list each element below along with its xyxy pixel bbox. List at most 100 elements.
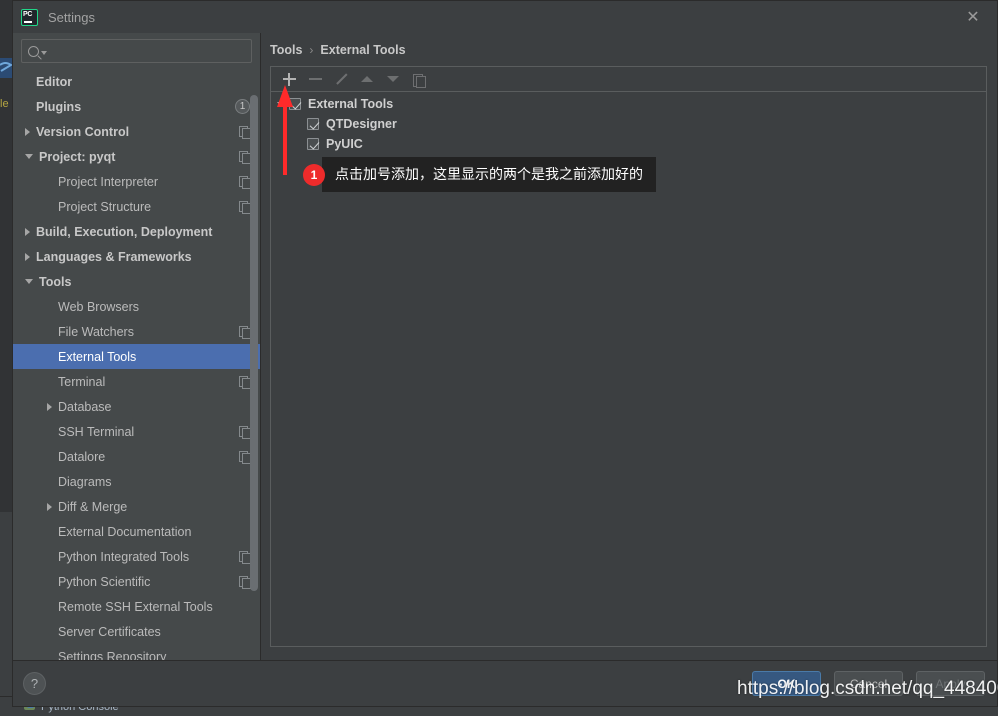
minus-icon [308,73,322,86]
sidebar-item-label: Languages & Frameworks [36,249,192,264]
dialog-body: Editor Plugins 1 Version Control Project: py… [13,33,997,660]
close-icon[interactable]: ✕ [963,7,983,27]
tool-label: PyUIC [326,137,363,151]
sidebar-item-datalore[interactable]: Datalore [13,444,260,469]
chevron-down-icon[interactable] [41,51,47,55]
sidebar-item-label: External Tools [58,349,137,364]
copy-settings-icon[interactable] [239,326,251,339]
tools-root-checkbox[interactable] [289,98,301,110]
sidebar-item-label: Python Scientific [58,574,151,589]
sidebar-item-languages-frameworks[interactable]: Languages & Frameworks [13,244,260,269]
sidebar-item-python-integrated-tools[interactable]: Python Integrated Tools [13,544,260,569]
spacer-icon [25,78,30,86]
copy-settings-icon[interactable] [239,426,251,439]
sidebar-item-label: External Documentation [58,524,192,539]
chevron-down-icon[interactable] [25,154,33,159]
sidebar-item-editor[interactable]: Editor [13,69,260,94]
spacer-icon [47,378,52,386]
plugins-update-badge: 1 [235,99,250,114]
copy-icon [412,73,426,88]
spacer-icon [47,528,52,536]
sidebar-item-diagrams[interactable]: Diagrams [13,469,260,494]
add-button[interactable] [276,68,302,91]
external-tools-tree[interactable]: External Tools QTDesigner PyUIC [271,92,986,646]
settings-sidebar: Editor Plugins 1 Version Control Project: py… [13,33,261,660]
search-icon [28,45,39,57]
external-tools-panel: External Tools QTDesigner PyUIC [270,66,987,647]
arrow-down-icon [387,76,399,82]
sidebar-item-tools[interactable]: Tools [13,269,260,294]
sidebar-item-remote-ssh-external-tools[interactable]: Remote SSH External Tools [13,594,260,619]
chevron-down-icon[interactable] [25,279,33,284]
ide-editor-tab-label: le [0,98,9,110]
sidebar-item-file-watchers[interactable]: File Watchers [13,319,260,344]
sidebar-item-project-interpreter[interactable]: Project Interpreter [13,169,260,194]
spacer-icon [47,553,52,561]
chevron-right-icon[interactable] [25,252,30,261]
remove-button [302,68,328,91]
sidebar-item-label: Server Certificates [58,624,161,639]
sidebar-item-build-execution-deployment[interactable]: Build, Execution, Deployment [13,219,260,244]
copy-settings-icon[interactable] [239,376,251,389]
chevron-right-icon[interactable] [25,127,30,136]
sidebar-item-label: File Watchers [58,324,134,339]
sidebar-item-diff-merge[interactable]: Diff & Merge [13,494,260,519]
ok-button[interactable]: OK [752,671,821,696]
breadcrumb-parent[interactable]: Tools [270,43,302,57]
chevron-down-icon[interactable] [277,101,285,107]
tools-tree-item[interactable]: QTDesigner [271,114,986,134]
chevron-right-icon[interactable] [25,227,30,236]
sidebar-item-label: Database [58,399,112,414]
sidebar-item-label: Diff & Merge [58,499,128,514]
sidebar-scrollbar[interactable] [250,95,258,591]
tool-checkbox[interactable] [307,138,319,150]
settings-category-tree[interactable]: Editor Plugins 1 Version Control Project: py… [13,67,260,660]
search-input[interactable] [52,44,245,58]
sidebar-item-project-pyqt[interactable]: Project: pyqt [13,144,260,169]
tools-tree-root[interactable]: External Tools [271,94,986,114]
sidebar-item-plugins[interactable]: Plugins 1 [13,94,260,119]
sidebar-item-external-tools[interactable]: External Tools [13,344,260,369]
spacer-icon [47,628,52,636]
sidebar-item-external-documentation[interactable]: External Documentation [13,519,260,544]
sidebar-item-web-browsers[interactable]: Web Browsers [13,294,260,319]
sidebar-item-terminal[interactable]: Terminal [13,369,260,394]
tool-checkbox[interactable] [307,118,319,130]
sidebar-item-version-control[interactable]: Version Control [13,119,260,144]
copy-settings-icon[interactable] [239,576,251,589]
spacer-icon [47,328,52,336]
spacer-icon [47,178,52,186]
copy-settings-icon[interactable] [239,176,251,189]
plus-icon [282,72,296,86]
spacer-icon [47,203,52,211]
sidebar-item-ssh-terminal[interactable]: SSH Terminal [13,419,260,444]
settings-dialog: PC Settings ✕ Editor Plugins 1 Version Cont… [12,0,998,707]
copy-settings-icon[interactable] [239,551,251,564]
tool-label: QTDesigner [326,117,397,131]
sidebar-item-project-structure[interactable]: Project Structure [13,194,260,219]
copy-settings-icon[interactable] [239,151,251,164]
breadcrumb-separator: › [309,42,314,57]
settings-content-pane: Tools › External Tools External Tools QTD… [261,33,997,660]
chevron-right-icon[interactable] [47,402,52,411]
chevron-right-icon[interactable] [47,502,52,511]
tools-tree-item[interactable]: PyUIC [271,134,986,154]
sidebar-item-database[interactable]: Database [13,394,260,419]
sidebar-item-settings-repository[interactable]: Settings Repository [13,644,260,661]
cancel-button[interactable]: Cancel [834,671,903,696]
copy-settings-icon[interactable] [239,126,251,139]
spacer-icon [47,478,52,486]
tools-root-label: External Tools [308,97,394,111]
apply-button: Apply [916,671,985,696]
dialog-footer: ? OK Cancel Apply [13,660,997,706]
sidebar-item-server-certificates[interactable]: Server Certificates [13,619,260,644]
sidebar-item-python-scientific[interactable]: Python Scientific [13,569,260,594]
copy-settings-icon[interactable] [239,201,251,214]
search-box[interactable] [21,39,252,63]
edit-button [328,68,354,91]
help-button[interactable]: ? [23,672,46,695]
breadcrumb: Tools › External Tools [261,33,997,66]
external-tools-panel-wrap: External Tools QTDesigner PyUIC [261,66,997,660]
spacer-icon [47,428,52,436]
copy-settings-icon[interactable] [239,451,251,464]
